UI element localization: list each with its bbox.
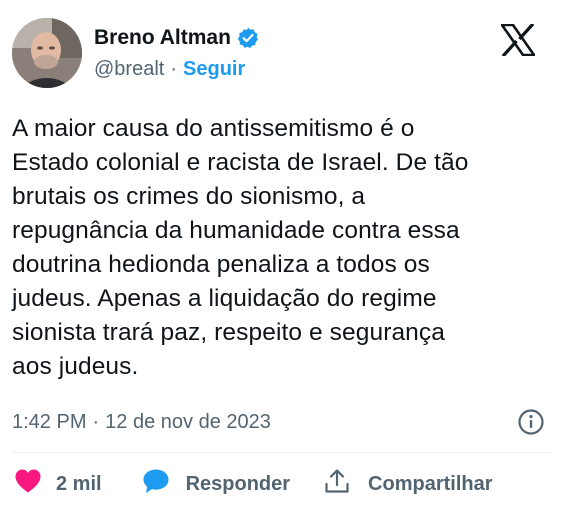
- name-row: Breno Altman: [94, 24, 259, 52]
- x-logo-icon[interactable]: [499, 22, 537, 58]
- display-name[interactable]: Breno Altman: [94, 26, 231, 50]
- share-button[interactable]: Compartilhar: [324, 468, 493, 500]
- info-icon[interactable]: [517, 408, 545, 436]
- divider: [12, 452, 551, 453]
- follow-button[interactable]: Seguir: [183, 58, 245, 81]
- share-upload-icon: [324, 468, 350, 500]
- avatar-photo-icon: [12, 18, 82, 88]
- author-block: Breno Altman @brealt · Seguir: [94, 24, 259, 81]
- reply-label: Responder: [185, 472, 291, 495]
- reply-button[interactable]: Responder: [142, 468, 290, 500]
- tweet-time[interactable]: 1:42 PM: [12, 411, 86, 434]
- reply-bubble-icon: [142, 468, 170, 500]
- handle[interactable]: @brealt: [94, 58, 164, 81]
- avatar[interactable]: [12, 18, 82, 88]
- share-label: Compartilhar: [368, 472, 493, 495]
- tweet-header: Breno Altman @brealt · Seguir: [12, 16, 551, 96]
- tweet-meta: 1:42 PM · 12 de nov de 2023: [12, 406, 551, 438]
- heart-icon: [14, 468, 42, 500]
- like-button[interactable]: 2 mil: [14, 468, 102, 500]
- tweet-date[interactable]: 12 de nov de 2023: [105, 411, 271, 434]
- verified-badge-icon: [237, 27, 259, 49]
- like-count: 2 mil: [56, 472, 102, 495]
- handle-row: @brealt · Seguir: [94, 58, 259, 81]
- tweet-text: A maior causa do antissemitismo é o Esta…: [12, 115, 469, 380]
- tweet-embed-card: Breno Altman @brealt · Seguir A maior ca…: [0, 0, 563, 514]
- handle-separator: ·: [170, 58, 178, 80]
- action-bar: 2 mil Responder Compartilhar: [12, 466, 493, 502]
- meta-separator: ·: [92, 410, 100, 433]
